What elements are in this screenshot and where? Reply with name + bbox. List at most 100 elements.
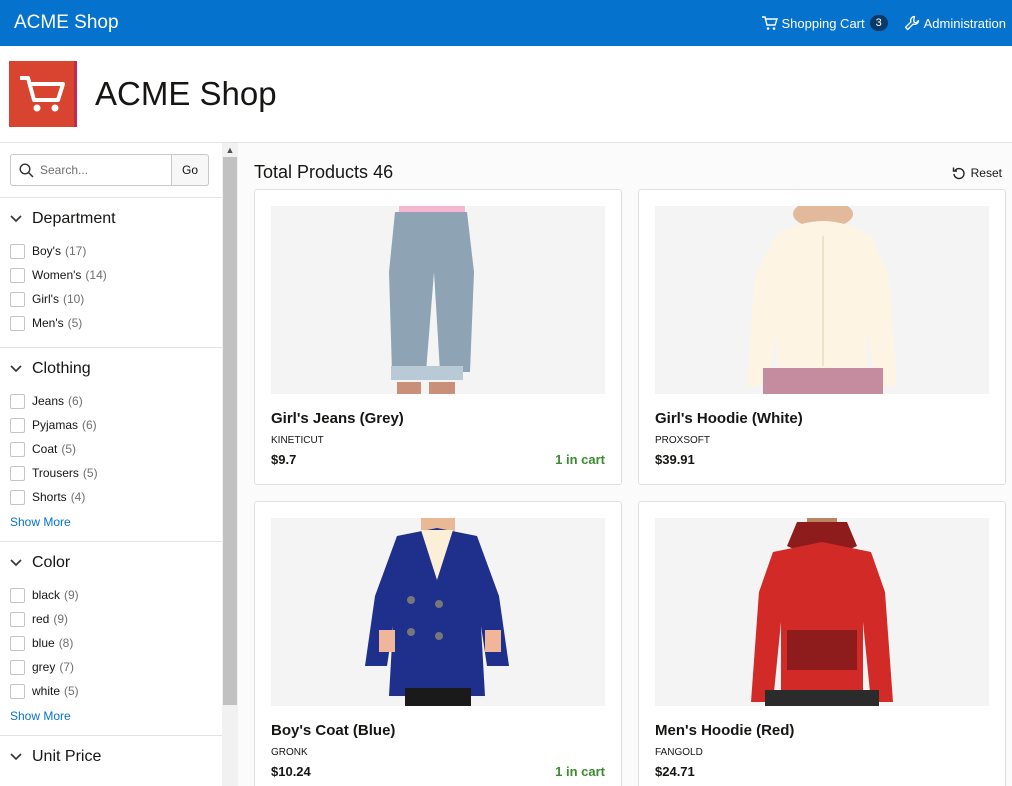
facet-option[interactable]: Coat (5) [10, 437, 222, 461]
product-brand: FANGOLD [655, 747, 703, 758]
facet-option[interactable]: Pyjamas (6) [10, 413, 222, 437]
product-price: $9.7 [271, 452, 297, 467]
product-name[interactable]: Girl's Hoodie (White) [655, 410, 803, 427]
option-label: grey [32, 660, 56, 674]
facet-option[interactable]: Jeans (6) [10, 389, 222, 413]
option-label: Men's [32, 316, 64, 330]
option-label: Jeans [32, 394, 65, 408]
product-name[interactable]: Boy's Coat (Blue) [271, 722, 395, 739]
page-header: ACME Shop [0, 46, 1012, 143]
checkbox[interactable] [10, 267, 25, 283]
product-card[interactable]: Girl's Hoodie (White) PROXSOFT $39.91 [638, 189, 1006, 485]
shopping-cart-label: Shopping Cart [781, 15, 865, 31]
facet-option[interactable]: blue (8) [10, 631, 222, 655]
product-card[interactable]: Boy's Coat (Blue) GRONK $10.24 1 in cart [254, 501, 622, 786]
product-brand: GRONK [271, 747, 308, 758]
checkbox[interactable] [10, 587, 25, 603]
option-label: black [32, 588, 61, 602]
product-image[interactable] [271, 206, 605, 394]
option-label: Women's [32, 268, 82, 282]
facet-title: Clothing [32, 360, 91, 377]
shopping-cart-link[interactable]: Shopping Cart 3 [761, 15, 888, 31]
facet-header[interactable]: Unit Price [10, 748, 222, 766]
scroll-up-arrow-icon[interactable]: ▲ [222, 143, 238, 157]
facet-option[interactable]: Women's (14) [10, 263, 222, 287]
option-count: (5) [61, 442, 77, 456]
page-title: ACME Shop [95, 75, 277, 112]
facet-option[interactable]: Men's (5) [10, 311, 222, 335]
chevron-down-icon [10, 559, 22, 567]
checkbox[interactable] [10, 635, 25, 651]
reset-icon [952, 167, 965, 179]
option-count: (7) [59, 660, 75, 674]
product-card[interactable]: Men's Hoodie (Red) FANGOLD $24.71 [638, 501, 1006, 786]
facet-header[interactable]: Clothing [10, 360, 222, 378]
show-more-link[interactable]: Show More [10, 515, 222, 529]
product-name[interactable]: Girl's Jeans (Grey) [271, 410, 404, 427]
show-more-link[interactable]: Show More [10, 709, 222, 723]
product-card[interactable]: Girl's Jeans (Grey) KINETICUT $9.7 1 in car… [254, 189, 622, 485]
option-count: (8) [58, 636, 74, 650]
facet-option[interactable]: grey (7) [10, 655, 222, 679]
reset-button[interactable]: Reset [952, 166, 1006, 180]
facet-option[interactable]: Girl's (10) [10, 287, 222, 311]
product-image[interactable] [655, 518, 989, 706]
facet-option[interactable]: white (5) [10, 679, 222, 703]
facet-title: Department [32, 210, 116, 227]
in-cart-status: 1 in cart [555, 452, 605, 467]
checkbox[interactable] [10, 291, 25, 307]
option-label: blue [32, 636, 55, 650]
option-label: Shorts [32, 490, 67, 504]
facet-department: Department Boy's (17) Women's (14) Girl's (10)… [0, 197, 222, 347]
checkbox[interactable] [10, 393, 25, 409]
option-count: (10) [62, 292, 85, 306]
product-price: $39.91 [655, 452, 695, 467]
option-label: white [32, 684, 61, 698]
product-brand: PROXSOFT [655, 435, 711, 446]
checkbox[interactable] [10, 243, 25, 259]
product-image[interactable] [655, 206, 989, 394]
facet-unit-price: Unit Price [0, 735, 222, 786]
product-image[interactable] [271, 518, 605, 706]
checkbox[interactable] [10, 611, 25, 627]
total-products-count: 46 [373, 162, 394, 182]
checkbox[interactable] [10, 417, 25, 433]
shopping-cart-icon [19, 76, 65, 112]
facet-option[interactable]: red (9) [10, 607, 222, 631]
facet-option[interactable]: Shorts (4) [10, 485, 222, 509]
checkbox[interactable] [10, 659, 25, 675]
checkbox[interactable] [10, 315, 25, 331]
checkbox[interactable] [10, 465, 25, 481]
facet-title: Unit Price [32, 748, 102, 765]
search-go-button[interactable]: Go [171, 154, 209, 186]
option-label: Coat [32, 442, 58, 456]
administration-label: Administration [923, 15, 1006, 31]
checkbox[interactable] [10, 489, 25, 505]
product-results: Total Products 46 Reset Girl's Jeans (Gre… [238, 143, 1012, 786]
option-count: (5) [64, 684, 79, 698]
product-price: $10.24 [271, 764, 311, 779]
facet-color: Color black (9) red (9) blue (8) grey (7) white (5… [0, 541, 222, 735]
facet-option[interactable]: black (9) [10, 583, 222, 607]
app-title[interactable]: ACME Shop [0, 12, 119, 34]
administration-link[interactable]: Administration [904, 15, 1006, 31]
shopping-cart-icon [761, 15, 778, 30]
top-navigation-bar: ACME Shop Shopping Cart 3 Administration [0, 0, 1012, 46]
sidebar-scrollbar[interactable]: ▲ [222, 143, 238, 786]
facet-option[interactable]: Boy's (17) [10, 239, 222, 263]
facet-option[interactable]: Trousers (5) [10, 461, 222, 485]
checkbox[interactable] [10, 441, 25, 457]
option-label: Girl's [32, 292, 59, 306]
checkbox[interactable] [10, 683, 25, 699]
option-count: (6) [82, 418, 97, 432]
search-icon [19, 162, 34, 178]
option-label: Trousers [32, 466, 79, 480]
facet-header[interactable]: Color [10, 554, 222, 572]
search-input[interactable]: Search... [10, 154, 171, 186]
product-name[interactable]: Men's Hoodie (Red) [655, 722, 794, 739]
option-count: (6) [68, 394, 83, 408]
scrollbar-thumb[interactable] [223, 157, 237, 705]
in-cart-status: 1 in cart [555, 764, 605, 779]
option-count: (14) [85, 268, 107, 282]
facet-header[interactable]: Department [10, 210, 222, 228]
